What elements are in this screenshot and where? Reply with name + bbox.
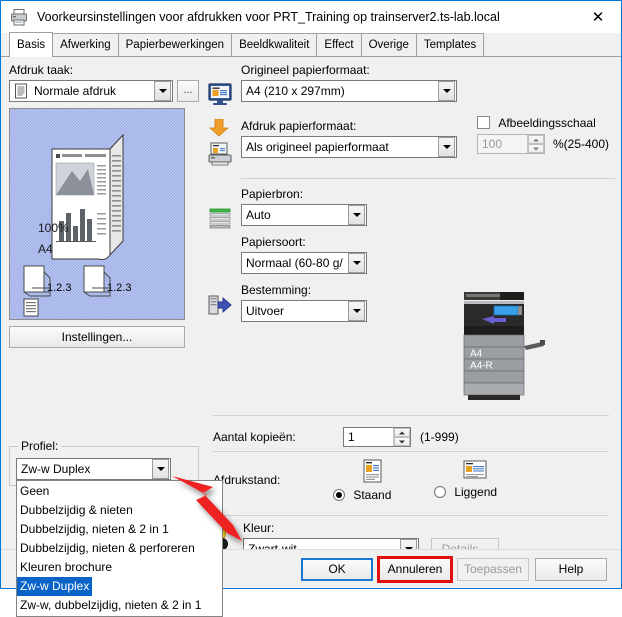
printer-icon bbox=[9, 7, 29, 27]
original-paper-label: Origineel papierformaat: bbox=[241, 63, 370, 77]
preview-zoom-label: 100% bbox=[38, 221, 69, 235]
dialog-content: Afdruk taak: Normale afdruk ... 100% A4 … bbox=[1, 57, 621, 617]
profile-value: Zw-w Duplex bbox=[21, 462, 91, 476]
print-job-combo[interactable]: Normale afdruk bbox=[9, 80, 173, 102]
profile-label: Profiel: bbox=[18, 439, 62, 453]
preview-page-order-left: 1.2.3 bbox=[47, 282, 72, 294]
print-paper-value: Als origineel papierformaat bbox=[246, 140, 389, 154]
down-arrow-icon bbox=[208, 118, 241, 140]
chevron-down-icon[interactable] bbox=[154, 81, 171, 101]
image-scale-checkbox[interactable] bbox=[477, 116, 490, 129]
settings-button[interactable]: Instellingen... bbox=[9, 326, 185, 348]
image-scale-label: Afbeeldingsschaal bbox=[498, 116, 596, 130]
paper-type-value: Normaal (60-80 g/ bbox=[246, 256, 343, 270]
cancel-button[interactable]: Annuleren bbox=[377, 556, 453, 583]
copies-spin-buttons[interactable] bbox=[393, 428, 410, 446]
ok-button[interactable]: OK bbox=[301, 558, 373, 581]
print-preview: 100% A4 1.2.3 1.2.3 bbox=[9, 108, 185, 320]
landscape-icon bbox=[463, 460, 487, 483]
profile-option-zww-dubbelzijdig-nieten-2in1[interactable]: Zw-w, dubbelzijdig, nieten & 2 in 1 bbox=[17, 598, 204, 612]
profile-option-zww-duplex[interactable]: Zw-w Duplex bbox=[17, 577, 93, 596]
printer-tray-upper-label: A4 bbox=[470, 349, 483, 360]
left-panel: Afdruk taak: Normale afdruk ... 100% A4 … bbox=[9, 63, 199, 348]
tab-beeldkwaliteit[interactable]: Beeldkwaliteit bbox=[231, 33, 318, 56]
chevron-down-icon[interactable] bbox=[348, 205, 365, 225]
copies-label: Aantal kopieën: bbox=[213, 430, 296, 444]
chevron-down-icon[interactable] bbox=[348, 253, 365, 273]
portrait-icon bbox=[362, 459, 383, 486]
copies-range-label: (1-999) bbox=[420, 430, 459, 444]
original-paper-combo[interactable]: A4 (210 x 297mm) bbox=[241, 80, 457, 102]
print-job-label: Afdruk taak: bbox=[9, 63, 74, 77]
profile-combo[interactable]: Zw-w Duplex bbox=[16, 458, 171, 480]
preview-paper-label: A4 bbox=[38, 242, 53, 256]
print-paper-combo[interactable]: Als origineel papierformaat bbox=[241, 136, 457, 158]
orientation-landscape-label: Liggend bbox=[454, 485, 498, 499]
paper-source-label: Papierbron: bbox=[241, 187, 304, 201]
help-button[interactable]: Help bbox=[535, 558, 607, 581]
paper-source-value: Auto bbox=[246, 208, 271, 222]
print-job-value: Normale afdruk bbox=[34, 84, 117, 98]
image-scale-value: 100 bbox=[482, 137, 503, 151]
document-icon bbox=[14, 83, 28, 99]
orientation-portrait-radio[interactable] bbox=[333, 489, 345, 501]
divider-2 bbox=[213, 415, 609, 416]
print-preferences-dialog: Voorkeursinstellingen voor afdrukken voo… bbox=[0, 0, 622, 617]
tab-templates[interactable]: Templates bbox=[415, 33, 485, 56]
window-title: Voorkeursinstellingen voor afdrukken voo… bbox=[37, 10, 500, 24]
tab-strip: Basis Afwerking Papierbewerkingen Beeldk… bbox=[1, 32, 621, 57]
tab-overige[interactable]: Overige bbox=[360, 33, 417, 56]
title-bar: Voorkeursinstellingen voor afdrukken voo… bbox=[1, 1, 621, 33]
right-panel: Origineel papierformaat: A4 (210 x 297mm… bbox=[207, 59, 615, 322]
orientation-landscape-radio[interactable] bbox=[434, 486, 446, 498]
paper-tray-icon bbox=[207, 205, 233, 231]
divider-4 bbox=[213, 515, 609, 516]
divider-1 bbox=[241, 178, 615, 179]
chevron-down-icon[interactable] bbox=[348, 301, 365, 321]
profile-option-kleuren-brochure[interactable]: Kleuren brochure bbox=[17, 560, 115, 574]
close-icon[interactable]: ✕ bbox=[575, 2, 621, 33]
tab-effect[interactable]: Effect bbox=[316, 33, 362, 56]
tab-papierbewerkingen[interactable]: Papierbewerkingen bbox=[117, 33, 233, 56]
destination-combo[interactable]: Uitvoer bbox=[241, 300, 367, 322]
image-scale-stepper[interactable]: 100 bbox=[477, 134, 545, 154]
chevron-down-icon[interactable] bbox=[438, 137, 455, 157]
orientation-portrait-label: Staand bbox=[353, 488, 392, 502]
profile-dropdown-list[interactable]: Geen Dubbelzijdig & nieten Dubbelzijdig,… bbox=[16, 480, 223, 617]
profile-option-geen[interactable]: Geen bbox=[17, 484, 52, 498]
chevron-down-icon[interactable] bbox=[438, 81, 455, 101]
profile-option-dubbelzijdig-nieten-2in1[interactable]: Dubbelzijdig, nieten & 2 in 1 bbox=[17, 522, 172, 536]
copies-value: 1 bbox=[348, 430, 355, 444]
orientation-label: Afdrukstand: bbox=[213, 473, 281, 487]
divider-3 bbox=[213, 451, 609, 452]
profile-option-dubbelzijdig-nieten[interactable]: Dubbelzijdig & nieten bbox=[17, 503, 136, 517]
apply-button: Toepassen bbox=[457, 558, 529, 581]
paper-type-label: Papiersoort: bbox=[241, 235, 306, 249]
monitor-original-icon bbox=[207, 83, 233, 110]
output-destination-icon bbox=[207, 293, 233, 319]
tab-basis[interactable]: Basis bbox=[9, 32, 54, 57]
tab-afwerking[interactable]: Afwerking bbox=[52, 33, 119, 56]
copies-stepper[interactable]: 1 bbox=[343, 427, 411, 447]
preview-page-order-right: 1.2.3 bbox=[107, 282, 132, 294]
printer-illustration: A4 A4-R bbox=[456, 288, 561, 406]
paper-source-combo[interactable]: Auto bbox=[241, 204, 367, 226]
color-label: Kleur: bbox=[243, 521, 275, 535]
copies-row: Aantal kopieën: 1 (1-999) bbox=[213, 427, 459, 447]
destination-value: Uitvoer bbox=[246, 304, 285, 318]
print-job-more-button[interactable]: ... bbox=[177, 80, 199, 102]
original-paper-value: A4 (210 x 297mm) bbox=[246, 84, 345, 98]
profile-option-dubbelzijdig-nieten-perforeren[interactable]: Dubbelzijdig, nieten & perforeren bbox=[17, 541, 198, 555]
printer-tray-lower-label: A4-R bbox=[470, 361, 493, 372]
paper-type-combo[interactable]: Normaal (60-80 g/ bbox=[241, 252, 367, 274]
print-job-row: Normale afdruk ... bbox=[9, 80, 199, 102]
chevron-down-icon[interactable] bbox=[152, 459, 169, 479]
image-scale-unit: %(25-400) bbox=[553, 137, 610, 151]
image-scale-spin-buttons[interactable] bbox=[527, 135, 544, 153]
printer-output-icon bbox=[207, 142, 233, 168]
